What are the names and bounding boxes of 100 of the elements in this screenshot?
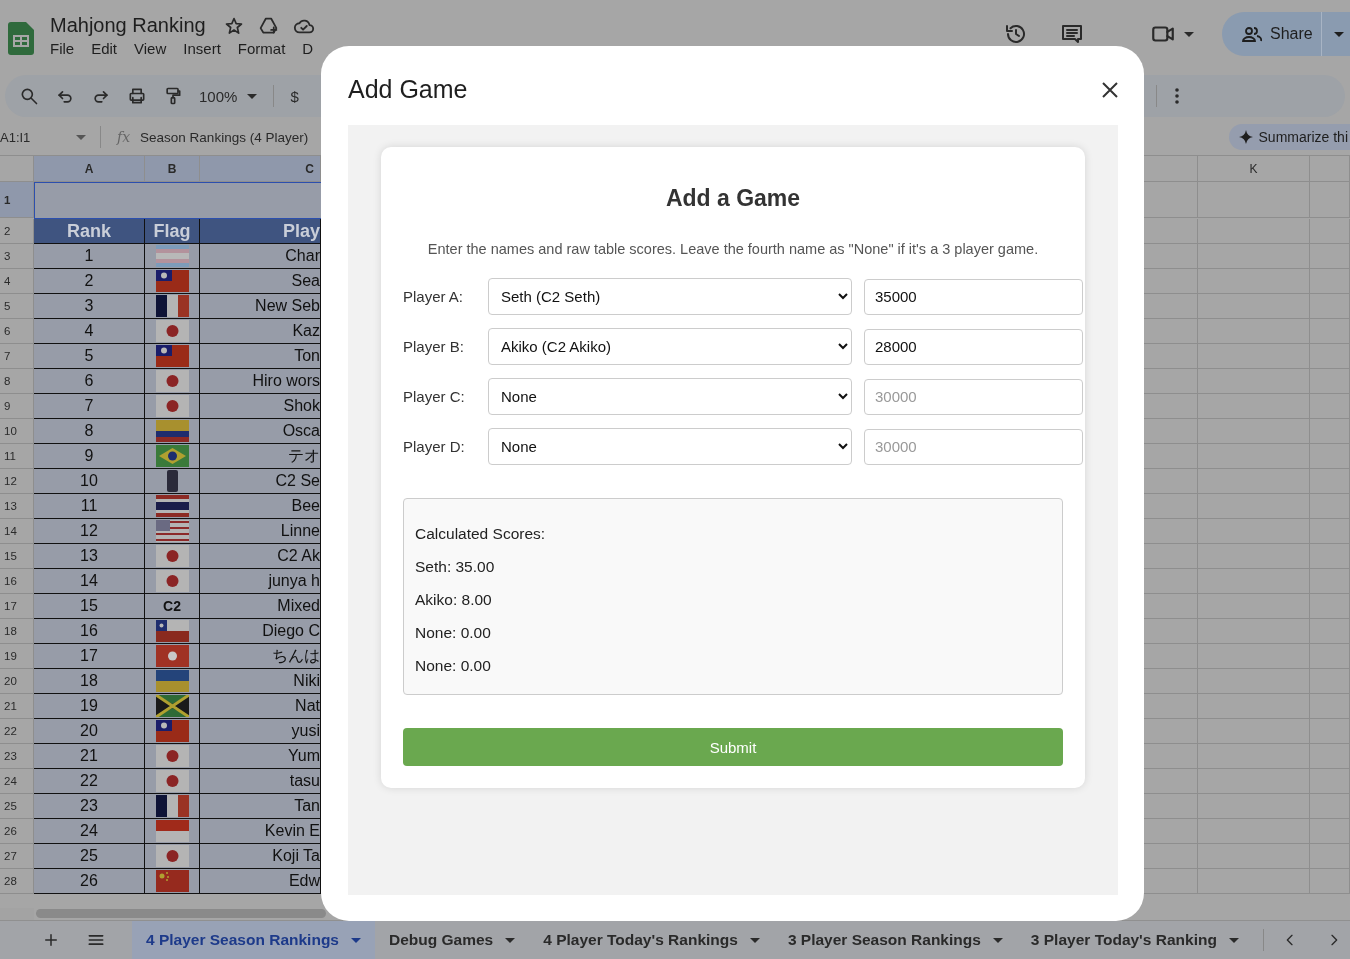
caret-icon[interactable] xyxy=(1184,31,1194,37)
row-number[interactable]: 27 xyxy=(4,850,17,862)
score-field[interactable]: 30000 xyxy=(864,428,1083,465)
row-number[interactable]: 25 xyxy=(4,800,17,812)
menu-item[interactable]: View xyxy=(134,40,167,57)
row-number[interactable]: 19 xyxy=(4,650,17,662)
player-select[interactable]: Akiko (C2 Akiko) xyxy=(488,328,852,365)
sheet-tab[interactable]: 4 Player Season Rankings xyxy=(132,921,375,959)
empty-cell[interactable] xyxy=(1310,294,1350,319)
empty-cell[interactable] xyxy=(1310,444,1350,469)
empty-cell[interactable] xyxy=(1310,394,1350,419)
column-header[interactable]: K xyxy=(1198,156,1310,182)
empty-cell[interactable] xyxy=(1198,744,1310,769)
row-number[interactable]: 3 xyxy=(4,250,11,262)
empty-cell[interactable] xyxy=(1310,694,1350,719)
more-options-icon[interactable] xyxy=(1175,88,1179,104)
empty-cell[interactable] xyxy=(1198,644,1310,669)
row-number[interactable]: 5 xyxy=(4,300,11,312)
column-header[interactable]: C xyxy=(200,156,321,182)
empty-cell[interactable] xyxy=(1198,444,1310,469)
empty-cell[interactable] xyxy=(1198,594,1310,619)
menu-item[interactable]: Edit xyxy=(91,40,118,57)
row-number[interactable]: 21 xyxy=(4,700,17,712)
row-number[interactable]: 2 xyxy=(4,225,11,237)
empty-cell[interactable] xyxy=(1310,769,1350,794)
caret-icon[interactable] xyxy=(351,937,361,943)
player-select[interactable]: None xyxy=(488,378,852,415)
row-number[interactable]: 11 xyxy=(4,450,16,462)
row-number[interactable]: 24 xyxy=(4,775,17,787)
empty-cell[interactable] xyxy=(1198,294,1310,319)
empty-cell[interactable] xyxy=(1310,569,1350,594)
score-field[interactable]: 30000 xyxy=(864,378,1083,415)
row-number[interactable]: 18 xyxy=(4,625,17,637)
empty-cell[interactable] xyxy=(1198,419,1310,444)
zoom-level[interactable]: 100% xyxy=(199,87,238,105)
empty-cell[interactable] xyxy=(1310,794,1350,819)
close-button[interactable] xyxy=(1102,81,1118,98)
empty-cell[interactable] xyxy=(1198,269,1310,294)
row-number[interactable]: 23 xyxy=(4,750,17,762)
caret-icon[interactable] xyxy=(749,937,760,943)
triangle-plus-icon[interactable] xyxy=(257,15,279,36)
empty-cell[interactable] xyxy=(1198,244,1310,269)
row-number[interactable]: 10 xyxy=(4,425,17,437)
empty-cell[interactable] xyxy=(1198,769,1310,794)
empty-cell[interactable] xyxy=(1198,869,1310,894)
empty-cell[interactable] xyxy=(1310,644,1350,669)
empty-cell[interactable] xyxy=(1198,544,1310,569)
caret-icon[interactable] xyxy=(247,93,258,99)
empty-cell[interactable] xyxy=(1310,519,1350,544)
empty-cell[interactable] xyxy=(1198,319,1310,344)
empty-cell[interactable] xyxy=(1198,182,1310,218)
row-number[interactable]: 9 xyxy=(4,400,11,412)
empty-cell[interactable] xyxy=(1198,219,1310,244)
document-title[interactable]: Mahjong Ranking xyxy=(50,14,206,37)
column-header[interactable]: B xyxy=(145,156,200,182)
row-number[interactable]: 6 xyxy=(4,325,11,337)
empty-cell[interactable] xyxy=(1310,619,1350,644)
empty-cell[interactable] xyxy=(1310,669,1350,694)
currency-format[interactable]: $ xyxy=(290,87,299,105)
star-icon[interactable] xyxy=(223,15,244,36)
empty-cell[interactable] xyxy=(1198,569,1310,594)
empty-cell[interactable] xyxy=(1310,544,1350,569)
empty-cell[interactable] xyxy=(1198,669,1310,694)
score-field[interactable]: 28000 xyxy=(864,328,1083,365)
row-number[interactable]: 7 xyxy=(4,350,11,362)
empty-cell[interactable] xyxy=(1310,219,1350,244)
player-select[interactable]: None xyxy=(488,428,852,465)
sheet-tab[interactable]: Debug Games xyxy=(375,921,530,959)
score-field[interactable]: 35000 xyxy=(864,278,1083,315)
row-number[interactable]: 26 xyxy=(4,825,17,837)
row-number[interactable]: 8 xyxy=(4,375,11,387)
row-number[interactable]: 1 xyxy=(4,193,11,206)
spreadsheet-logo-icon[interactable] xyxy=(8,22,34,55)
empty-cell[interactable] xyxy=(1310,269,1350,294)
row-number[interactable]: 22 xyxy=(4,725,17,737)
print-icon[interactable] xyxy=(127,86,147,106)
empty-cell[interactable] xyxy=(1310,594,1350,619)
caret-icon[interactable] xyxy=(505,937,516,943)
empty-cell[interactable] xyxy=(1198,369,1310,394)
empty-cell[interactable] xyxy=(1310,244,1350,269)
share-button[interactable]: Share xyxy=(1222,12,1350,56)
empty-cell[interactable] xyxy=(1310,744,1350,769)
empty-cell[interactable] xyxy=(1310,844,1350,869)
empty-cell[interactable] xyxy=(1310,182,1350,218)
summarize-button[interactable]: Summarize thi xyxy=(1228,124,1350,150)
name-box[interactable]: A1:I1 xyxy=(0,129,76,145)
player-select[interactable]: Seth (C2 Seth) xyxy=(488,278,852,315)
plus-icon[interactable] xyxy=(42,931,60,949)
empty-cell[interactable] xyxy=(1310,819,1350,844)
scrollbar-thumb[interactable] xyxy=(36,909,326,918)
column-header[interactable]: A xyxy=(34,156,145,182)
empty-cell[interactable] xyxy=(1198,694,1310,719)
sheet-tab[interactable]: 3 Player Today's Ranking xyxy=(1016,921,1253,959)
empty-cell[interactable] xyxy=(1310,344,1350,369)
row-number[interactable]: 20 xyxy=(4,675,17,687)
empty-cell[interactable] xyxy=(1198,794,1310,819)
empty-cell[interactable] xyxy=(1198,719,1310,744)
caret-icon[interactable] xyxy=(992,937,1003,943)
formula-text[interactable]: Season Rankings (4 Player) xyxy=(140,129,309,145)
empty-cell[interactable] xyxy=(1310,494,1350,519)
